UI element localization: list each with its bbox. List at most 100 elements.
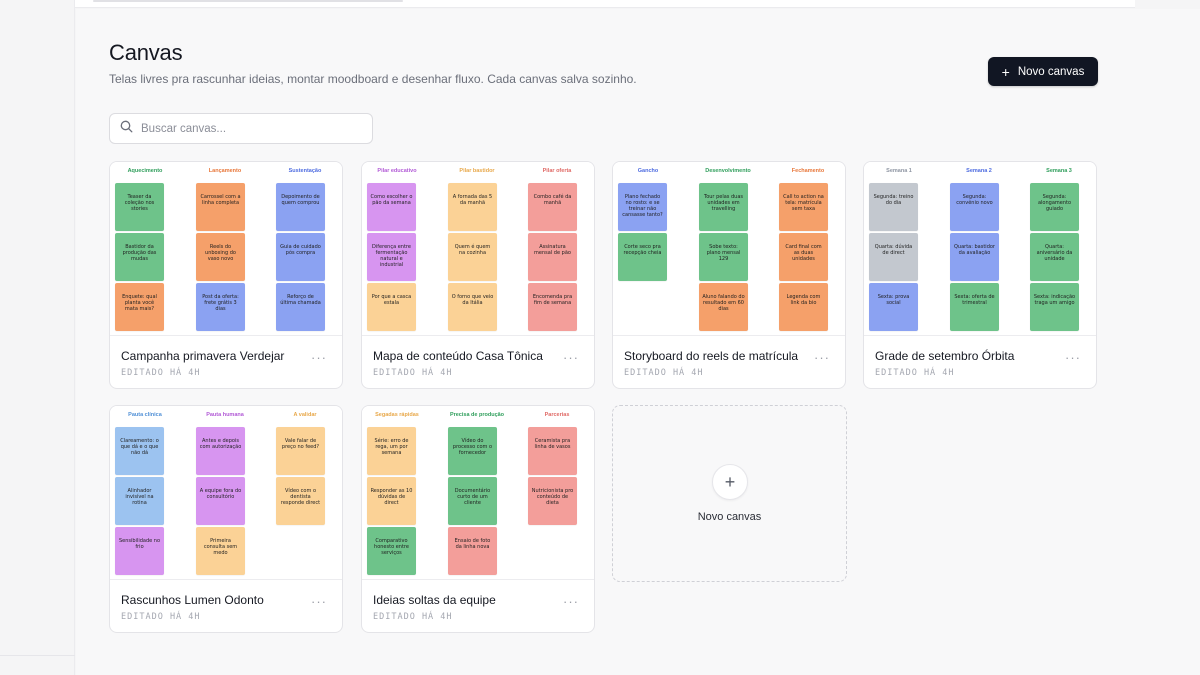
page-subtitle: Telas livres pra rascunhar ideias, monta… bbox=[109, 72, 637, 86]
sticky-note: Call to action na tela: matrícula sem ta… bbox=[779, 183, 828, 231]
sticky-note: A fornada das 5 da manhã bbox=[448, 183, 497, 231]
sticky-note: Ceramista pra linha de vasos bbox=[528, 427, 577, 475]
sticky-note: Aluno falando do resultado em 60 dias bbox=[699, 283, 748, 331]
canvas-name: Rascunhos Lumen Odonto bbox=[121, 593, 264, 607]
canvas-preview: Pauta clínica Clareamento: o que dá e o q… bbox=[110, 406, 342, 580]
column-header: Segadas rápidas bbox=[375, 412, 419, 418]
sticky-note: Bastidor da produção das mudas bbox=[115, 233, 164, 281]
sticky-note: Combo café da manhã bbox=[528, 183, 577, 231]
sticky-note: Post da oferta: frete grátis 3 dias bbox=[196, 283, 245, 331]
canvas-card[interactable]: Aquecimento Teaser da coleção nos stories… bbox=[109, 161, 343, 389]
canvas-card[interactable]: Semana 1 Segunda: treino do dia Quarta: dú… bbox=[863, 161, 1097, 389]
top-bar bbox=[75, 0, 1135, 8]
canvas-preview: Aquecimento Teaser da coleção nos stories… bbox=[110, 162, 342, 336]
more-options-icon[interactable]: ··· bbox=[309, 351, 329, 368]
search-icon bbox=[120, 120, 133, 138]
canvas-edited-time: EDITADO HÁ 4H bbox=[875, 368, 955, 378]
column-header: Semana 1 bbox=[886, 168, 912, 174]
sticky-note: Sexta: oferta de trimestral bbox=[950, 283, 999, 331]
sticky-note: Card final com as duas unidades bbox=[779, 233, 828, 281]
canvas-name: Campanha primavera Verdejar bbox=[121, 349, 285, 363]
sticky-note: Antes e depois com autorização bbox=[196, 427, 245, 475]
sticky-note: Quem é quem na cozinha bbox=[448, 233, 497, 281]
column-header: Sustentação bbox=[288, 168, 322, 174]
sticky-note: Comparativo honesto entre serviços bbox=[367, 527, 416, 575]
canvas-edited-time: EDITADO HÁ 4H bbox=[121, 368, 201, 378]
search-box[interactable] bbox=[109, 113, 373, 144]
sticky-note: Responder as 10 dúvidas de direct bbox=[367, 477, 416, 525]
canvas-card[interactable]: Segadas rápidas Série: erro de rega, um p… bbox=[361, 405, 595, 633]
canvas-name: Grade de setembro Órbita bbox=[875, 349, 1015, 363]
sticky-note: Sensibilidade no frio bbox=[115, 527, 164, 575]
canvas-edited-time: EDITADO HÁ 4H bbox=[373, 612, 453, 622]
sticky-note: Vale falar de preço no feed? bbox=[276, 427, 325, 475]
sticky-note: Por que a casca estala bbox=[367, 283, 416, 331]
more-options-icon[interactable]: ··· bbox=[812, 351, 832, 368]
sticky-note: Primeira consulta sem medo bbox=[196, 527, 245, 575]
canvas-name: Ideias soltas da equipe bbox=[373, 593, 496, 607]
sticky-note: Tour pelas duas unidades em travelling bbox=[699, 183, 748, 231]
column-header: Lançamento bbox=[208, 168, 242, 174]
new-canvas-button-label: Novo canvas bbox=[1017, 65, 1085, 78]
sticky-note: Sexta: prova social bbox=[869, 283, 918, 331]
more-options-icon[interactable]: ··· bbox=[561, 595, 581, 612]
column-header: Gancho bbox=[637, 168, 659, 174]
sticky-note: Quarta: bastidor da avaliação bbox=[950, 233, 999, 281]
sticky-note: Reels do unboxing do vaso novo bbox=[196, 233, 245, 281]
sticky-note: Segunda: treino do dia bbox=[869, 183, 918, 231]
canvas-card[interactable]: Pauta clínica Clareamento: o que dá e o q… bbox=[109, 405, 343, 633]
canvas-card[interactable]: Gancho Plano fechado no rosto: e se trein… bbox=[612, 161, 846, 389]
scrollbar[interactable] bbox=[93, 0, 403, 2]
column-header: A validar bbox=[293, 412, 317, 418]
sticky-note: Vídeo com o dentista responde direct bbox=[276, 477, 325, 525]
sticky-note: Clareamento: o que dá e o que não dá bbox=[115, 427, 164, 475]
plus-icon: + bbox=[712, 464, 748, 500]
sticky-note: Assinatura mensal de pão bbox=[528, 233, 577, 281]
column-header: Pilar bastidor bbox=[459, 168, 495, 174]
sticky-note: Como escolher o pão da semana bbox=[367, 183, 416, 231]
sticky-note: Ensaio de foto da linha nova bbox=[448, 527, 497, 575]
column-header: Parcerias bbox=[544, 412, 570, 418]
sticky-note: Plano fechado no rosto: e se treinar não… bbox=[618, 183, 667, 231]
sticky-note: Série: erro de rega, um por semana bbox=[367, 427, 416, 475]
search-input[interactable] bbox=[141, 122, 361, 135]
sticky-note: A equipe fora do consultório bbox=[196, 477, 245, 525]
sticky-note: O forno que veio da Itália bbox=[448, 283, 497, 331]
canvas-preview: Gancho Plano fechado no rosto: e se trein… bbox=[613, 162, 845, 336]
new-canvas-card-label: Novo canvas bbox=[697, 511, 762, 523]
sticky-note: Guia de cuidado pós compra bbox=[276, 233, 325, 281]
column-header: Semana 2 bbox=[966, 168, 992, 174]
canvas-name: Mapa de conteúdo Casa Tônica bbox=[373, 349, 543, 363]
sticky-note: Reforço de última chamada bbox=[276, 283, 325, 331]
sticky-note: Carrossel com a linha completa bbox=[196, 183, 245, 231]
sticky-note: Nutricionista pro conteúdo de dieta bbox=[528, 477, 577, 525]
sticky-note: Alinhador invisível na rotina bbox=[115, 477, 164, 525]
sticky-note: Encomenda pra fim de semana bbox=[528, 283, 577, 331]
column-header: Aquecimento bbox=[127, 168, 163, 174]
sticky-note: Segunda: alongamento guiado bbox=[1030, 183, 1079, 231]
column-header: Fechamento bbox=[791, 168, 825, 174]
canvas-preview: Segadas rápidas Série: erro de rega, um p… bbox=[362, 406, 594, 580]
canvas-edited-time: EDITADO HÁ 4H bbox=[373, 368, 453, 378]
page-title: Canvas bbox=[109, 40, 183, 65]
more-options-icon[interactable]: ··· bbox=[561, 351, 581, 368]
new-canvas-button[interactable]: + Novo canvas bbox=[988, 57, 1098, 86]
column-header: Precisa de produção bbox=[449, 412, 505, 418]
left-rail bbox=[0, 0, 75, 675]
sticky-note: Documentário curto de um cliente bbox=[448, 477, 497, 525]
more-options-icon[interactable]: ··· bbox=[309, 595, 329, 612]
sticky-note: Sobe texto: plano mensal 129 bbox=[699, 233, 748, 281]
column-header: Pauta clínica bbox=[128, 412, 162, 418]
sticky-note: Segunda: convênio novo bbox=[950, 183, 999, 231]
canvas-preview: Pilar educativo Como escolher o pão da se… bbox=[362, 162, 594, 336]
new-canvas-card[interactable]: + Novo canvas bbox=[612, 405, 847, 582]
column-header: Pilar educativo bbox=[377, 168, 417, 174]
column-header: Pilar oferta bbox=[542, 168, 572, 174]
sticky-note: Quarta: aniversário da unidade bbox=[1030, 233, 1079, 281]
canvas-preview: Semana 1 Segunda: treino do dia Quarta: dú… bbox=[864, 162, 1096, 336]
more-options-icon[interactable]: ··· bbox=[1063, 351, 1083, 368]
sticky-note: Vídeo do processo com o fornecedor bbox=[448, 427, 497, 475]
sticky-note: Diferença entre fermentação natural e in… bbox=[367, 233, 416, 281]
sticky-note: Depoimento de quem comprou bbox=[276, 183, 325, 231]
canvas-card[interactable]: Pilar educativo Como escolher o pão da se… bbox=[361, 161, 595, 389]
